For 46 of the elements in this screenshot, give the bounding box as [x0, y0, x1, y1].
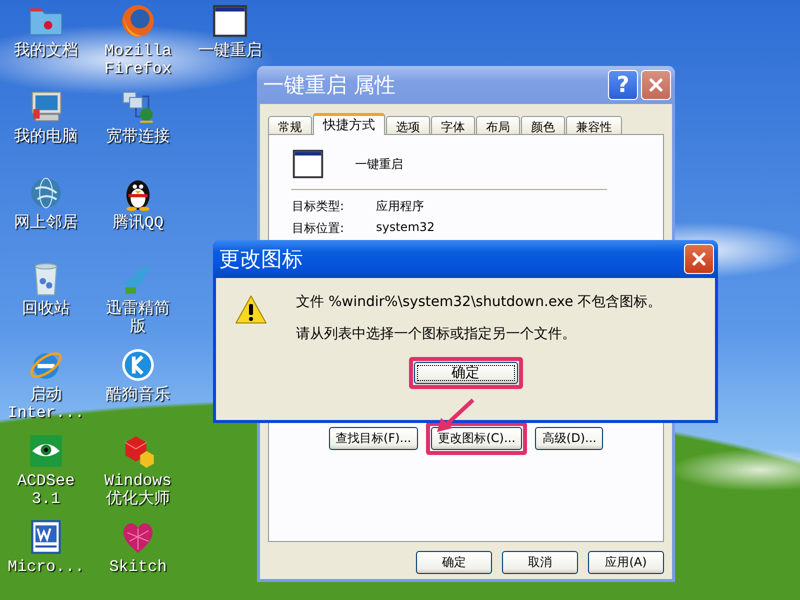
round-logo-icon — [119, 346, 157, 384]
tab[interactable]: 兼容性 — [566, 116, 622, 134]
tab[interactable]: 布局 — [476, 116, 520, 134]
desktop-icon-label[interactable]: 我的文档 — [14, 42, 78, 60]
window-title: 一键重启 属性 — [263, 72, 397, 99]
message-text: 请从列表中选择一个图标或指定另一个文件。 — [296, 325, 577, 343]
ok-button[interactable]: 确定 — [414, 362, 518, 384]
action-button[interactable]: 高级(D)... — [535, 427, 604, 450]
desktop-icon-label[interactable]: Windows 优化大师 — [99, 472, 177, 508]
window-icon — [291, 147, 325, 181]
desktop-icon-label[interactable]: 网上邻居 — [14, 214, 78, 232]
desktop-icon-label[interactable]: 回收站 — [22, 300, 70, 318]
desktop-icon-label[interactable]: 腾讯QQ — [112, 214, 164, 232]
close-button[interactable] — [684, 244, 714, 274]
tab[interactable]: 快捷方式 — [313, 113, 385, 135]
dialog-button[interactable]: 取消 — [502, 551, 578, 574]
tab[interactable]: 字体 — [431, 116, 475, 134]
dialog-button[interactable]: 应用(A) — [588, 551, 664, 574]
eye-icon — [27, 432, 65, 470]
field-label: 目标位置: — [292, 220, 346, 237]
tab[interactable]: 选项 — [386, 116, 430, 134]
warning-icon — [234, 294, 268, 326]
desktop-icon-label[interactable]: Skitch — [109, 558, 167, 576]
dialog-button[interactable]: 确定 — [416, 551, 492, 574]
desktop-icon-label[interactable]: 迅雷精简版 — [99, 300, 177, 336]
desktop-icon-label[interactable]: ACDSee 3.1 — [7, 472, 85, 508]
action-button[interactable]: 查找目标(F)... — [328, 427, 418, 450]
close-icon — [648, 77, 664, 93]
desktop-icon-label[interactable]: 酷狗音乐 — [106, 386, 170, 404]
help-button[interactable]: ? — [608, 70, 638, 100]
shortcut-name: 一键重启 — [355, 156, 403, 172]
desktop-icon-label[interactable]: Micro... — [8, 558, 84, 576]
action-button[interactable]: 更改图标(C)... — [431, 427, 522, 450]
tab[interactable]: 颜色 — [521, 116, 565, 134]
tab[interactable]: 常规 — [268, 116, 312, 134]
field-value: system32 — [376, 220, 436, 236]
desktop-icon-label[interactable]: 一键重启 — [198, 42, 262, 60]
close-button[interactable] — [641, 70, 671, 100]
message-text: 文件 %windir%\system32\shutdown.exe 不包含图标。 — [296, 293, 662, 311]
desktop-icon-label[interactable]: 宽带连接 — [106, 128, 170, 146]
field-value: 应用程序 — [376, 198, 425, 215]
desktop-icon-label[interactable]: 我的电脑 — [14, 128, 78, 146]
dialog-title: 更改图标 — [219, 246, 304, 273]
close-icon — [691, 251, 707, 267]
window-icon — [211, 2, 249, 40]
field-label: 目标类型: — [292, 198, 346, 215]
